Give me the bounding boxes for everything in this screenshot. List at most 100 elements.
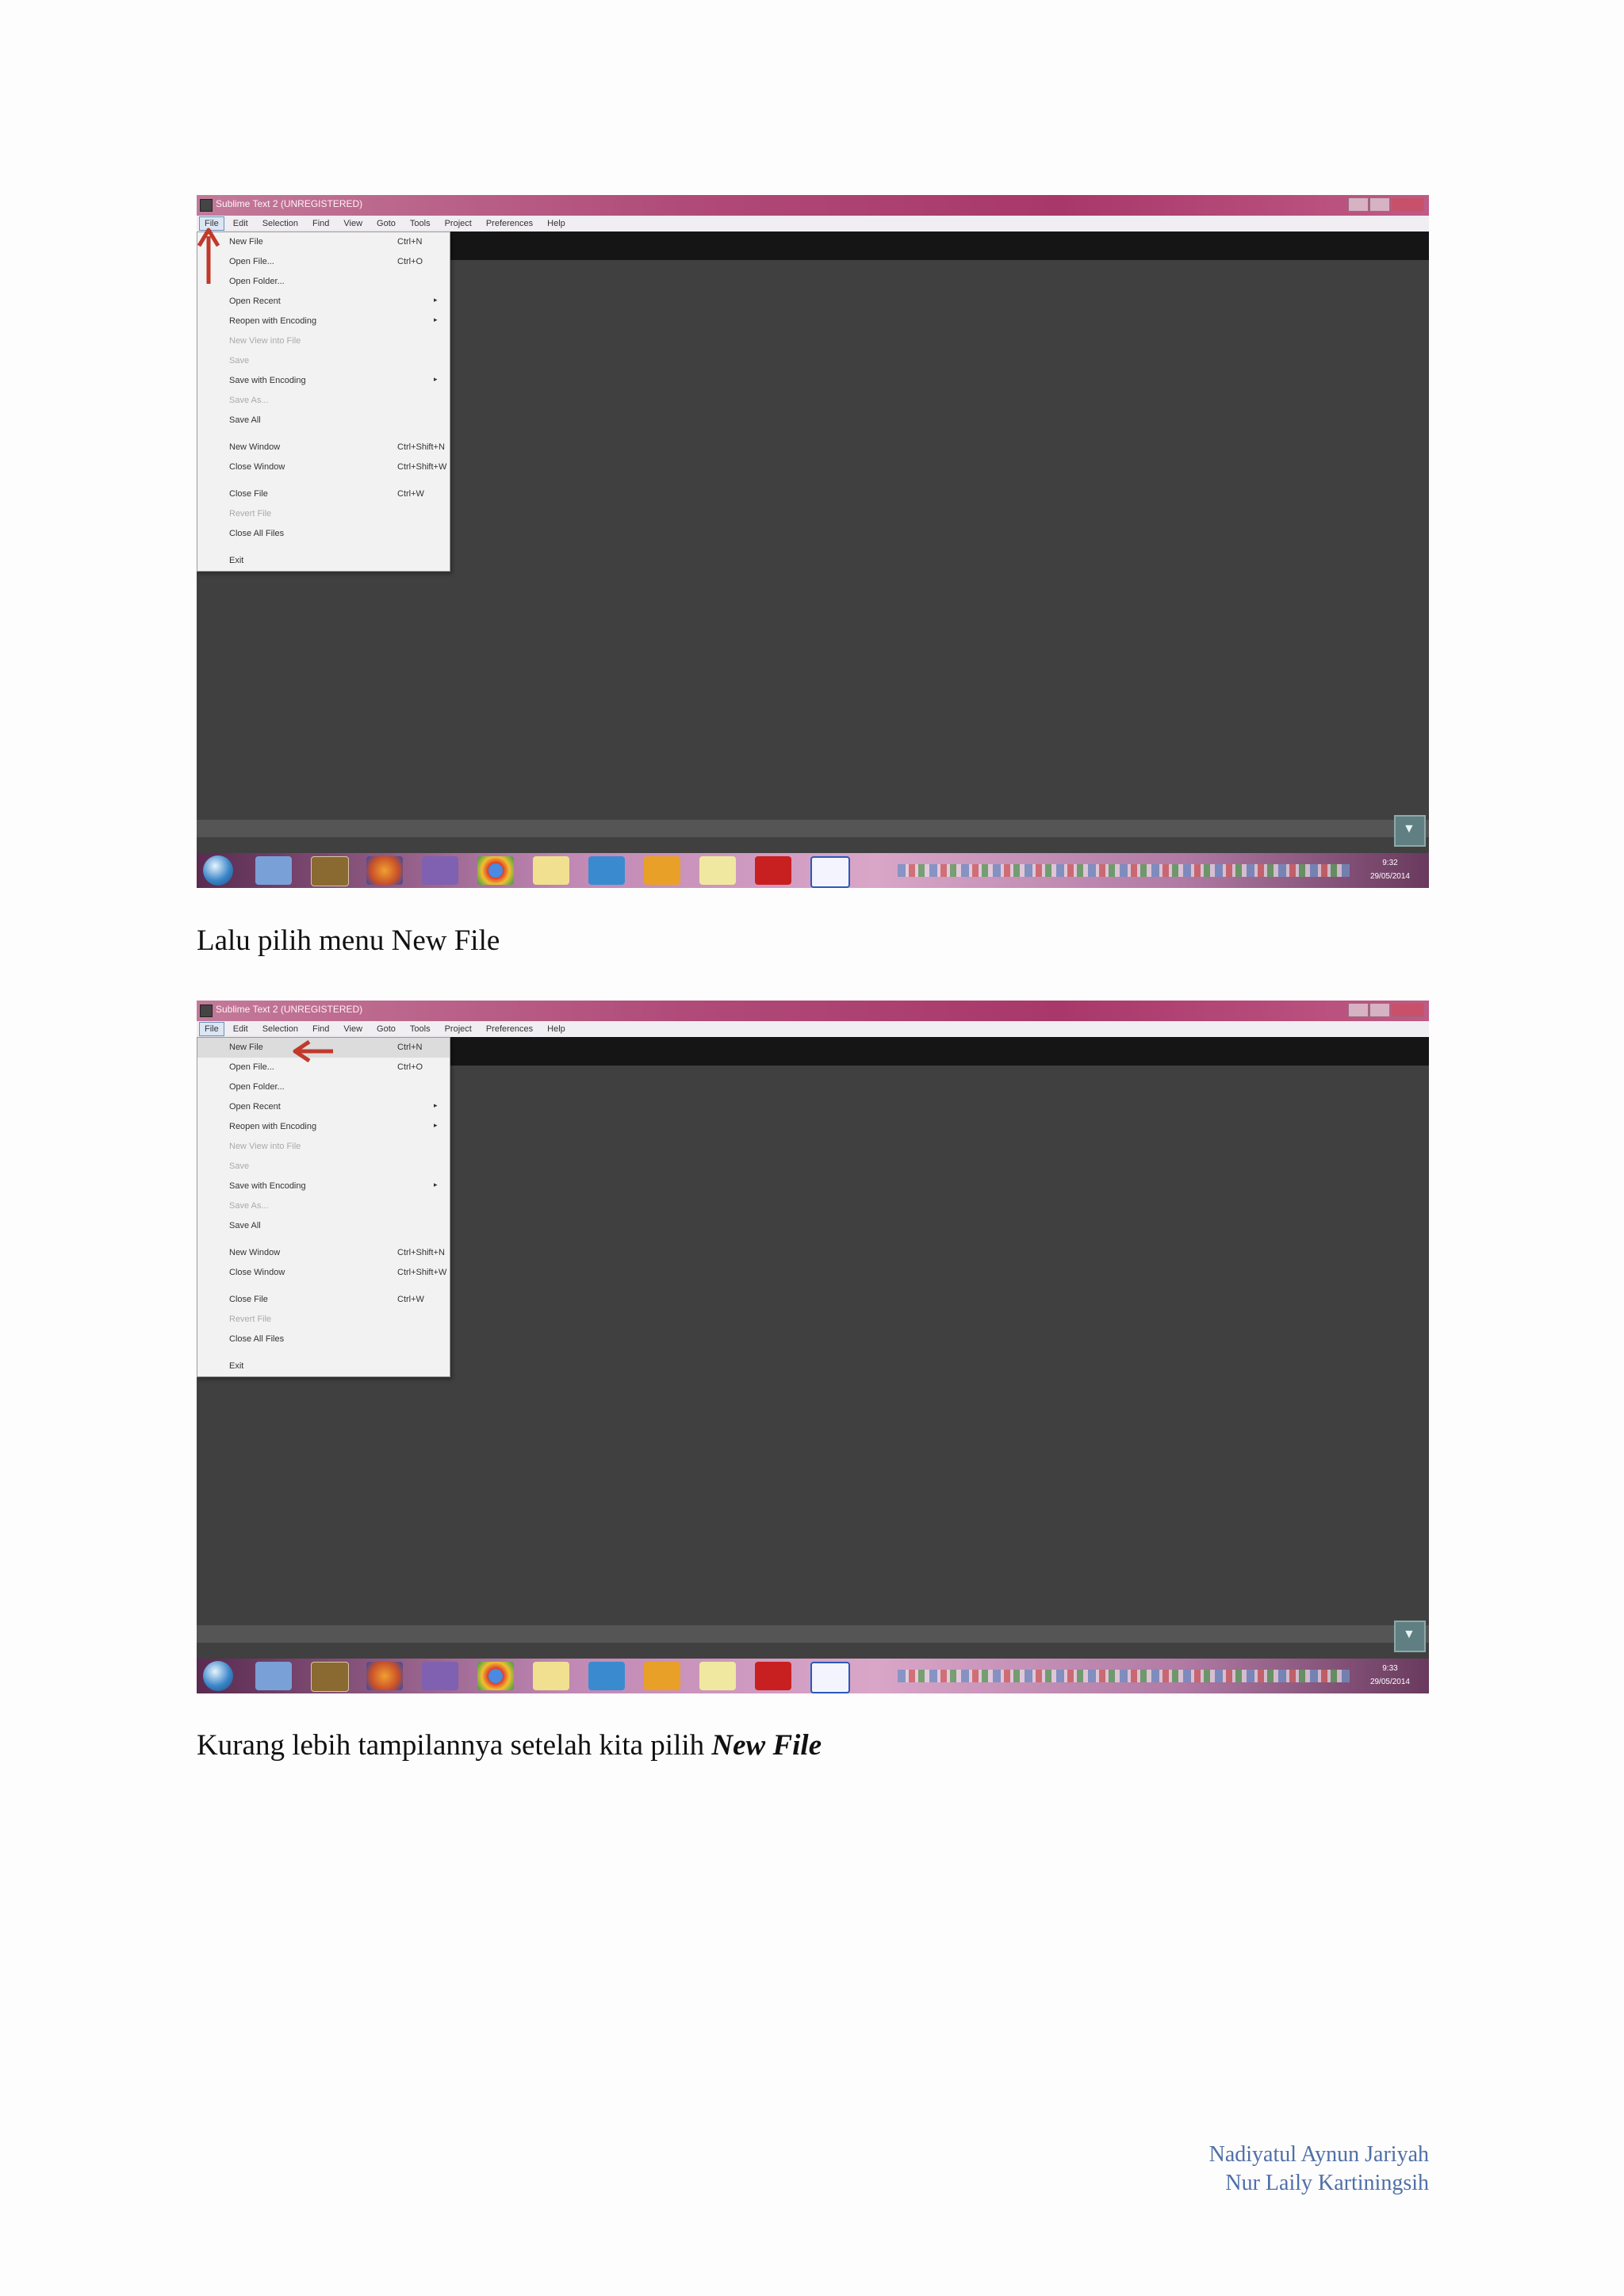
visual-studio-icon[interactable] xyxy=(422,1662,458,1690)
menu-tools[interactable]: Tools xyxy=(404,216,436,231)
media-app-icon[interactable] xyxy=(311,856,349,886)
paint-app-icon[interactable] xyxy=(644,856,680,885)
menu-view[interactable]: View xyxy=(338,216,368,231)
menu-item-close-all-files[interactable]: Close All Files xyxy=(197,524,450,544)
menu-project[interactable]: Project xyxy=(439,216,477,231)
menu-separator xyxy=(197,1283,450,1290)
window-controls xyxy=(1347,197,1424,212)
tab-bar xyxy=(449,232,1429,260)
submenu-arrow-icon: ▸ xyxy=(434,375,438,383)
scroll-down-icon[interactable] xyxy=(1394,1621,1426,1652)
menu-separator xyxy=(197,1236,450,1243)
adobe-reader-icon[interactable] xyxy=(755,1662,791,1690)
menu-item-open-recent[interactable]: Open Recent ▸ xyxy=(197,292,450,312)
minimize-button[interactable] xyxy=(1348,1003,1369,1017)
system-tray-icons[interactable] xyxy=(898,864,1350,877)
window-controls xyxy=(1347,1003,1424,1017)
menu-item-new-view-into-file: New View into File xyxy=(229,1142,301,1151)
submenu-arrow-icon: ▸ xyxy=(434,296,438,304)
menu-item-save-all[interactable]: Save All xyxy=(197,411,450,430)
menu-item-close-file[interactable]: Close File Ctrl+W xyxy=(197,1290,450,1310)
menu-item-exit[interactable]: Exit xyxy=(197,551,450,571)
menu-item-new-view-into-file: New View into File xyxy=(229,336,301,346)
window-titlebar: Sublime Text 2 (UNREGISTERED) xyxy=(197,195,1429,216)
menu-item-revert-file: Revert File xyxy=(229,509,272,519)
menu-item-save: Save xyxy=(229,1161,250,1171)
windows-taskbar: 9:33 29/05/2014 xyxy=(197,1659,1429,1693)
menu-item-open-recent[interactable]: Open Recent ▸ xyxy=(197,1097,450,1117)
menu-separator xyxy=(197,430,450,438)
network-app-icon[interactable] xyxy=(588,856,625,885)
caption-second: Kurang lebih tampilannya setelah kita pi… xyxy=(197,1728,822,1762)
menu-help[interactable]: Help xyxy=(542,216,571,231)
menu-item-save-with-encoding[interactable]: Save with Encoding ▸ xyxy=(197,1177,450,1196)
menu-item-close-window[interactable]: Close Window Ctrl+Shift+W xyxy=(197,457,450,477)
clock-date: 29/05/2014 xyxy=(1369,1678,1410,1686)
menu-item-reopen-with-encoding[interactable]: Reopen with Encoding ▸ xyxy=(197,312,450,331)
status-strip xyxy=(197,1625,1429,1643)
close-window-button[interactable] xyxy=(1391,197,1424,212)
window-titlebar: Sublime Text 2 (UNREGISTERED) xyxy=(197,1001,1429,1021)
menu-project[interactable]: Project xyxy=(439,1022,477,1036)
chrome-icon[interactable] xyxy=(477,856,514,885)
scroll-down-icon[interactable] xyxy=(1394,815,1426,847)
firefox-icon[interactable] xyxy=(366,1662,403,1690)
menu-item-exit[interactable]: Exit xyxy=(197,1357,450,1376)
close-window-button[interactable] xyxy=(1391,1003,1424,1017)
windows-start-icon[interactable] xyxy=(203,1661,233,1691)
submenu-arrow-icon: ▸ xyxy=(434,1181,438,1188)
sticky-notes-icon[interactable] xyxy=(699,856,736,885)
menu-item-close-file[interactable]: Close File Ctrl+W xyxy=(197,484,450,504)
menu-item-save-all[interactable]: Save All xyxy=(197,1216,450,1236)
visual-studio-icon[interactable] xyxy=(422,856,458,885)
menu-item-reopen-with-encoding[interactable]: Reopen with Encoding ▸ xyxy=(197,1117,450,1137)
windows-taskbar: 9:32 29/05/2014 xyxy=(197,853,1429,888)
adobe-reader-icon[interactable] xyxy=(755,856,791,885)
maximize-button[interactable] xyxy=(1369,1003,1390,1017)
clock-time: 9:33 xyxy=(1382,1664,1398,1673)
menu-help[interactable]: Help xyxy=(542,1022,571,1036)
clock-date: 29/05/2014 xyxy=(1369,872,1410,881)
menu-item-close-window[interactable]: Close Window Ctrl+Shift+W xyxy=(197,1263,450,1283)
media-app-icon[interactable] xyxy=(311,1662,349,1692)
menu-item-new-window[interactable]: New Window Ctrl+Shift+N xyxy=(197,438,450,457)
paint-app-icon[interactable] xyxy=(644,1662,680,1690)
virtualbox-icon[interactable] xyxy=(255,1662,292,1690)
word-icon[interactable] xyxy=(810,856,850,888)
menu-preferences[interactable]: Preferences xyxy=(481,216,538,231)
windows-start-icon[interactable] xyxy=(203,855,233,886)
file-menu-dropdown: New File Ctrl+N Open File... Ctrl+O Open F… xyxy=(197,1037,450,1377)
taskbar-clock[interactable]: 9:32 29/05/2014 xyxy=(1370,856,1410,883)
menu-tools[interactable]: Tools xyxy=(404,1022,436,1036)
minimize-button[interactable] xyxy=(1348,197,1369,212)
folder-icon[interactable] xyxy=(533,856,569,885)
menu-goto[interactable]: Goto xyxy=(371,1022,401,1036)
folder-icon[interactable] xyxy=(533,1662,569,1690)
maximize-button[interactable] xyxy=(1369,197,1390,212)
menu-separator xyxy=(197,544,450,551)
menu-item-close-all-files[interactable]: Close All Files xyxy=(197,1330,450,1349)
menu-goto[interactable]: Goto xyxy=(371,216,401,231)
menu-preferences[interactable]: Preferences xyxy=(481,1022,538,1036)
menu-find[interactable]: Find xyxy=(307,216,335,231)
chrome-icon[interactable] xyxy=(477,1662,514,1690)
author-name: Nur Laily Kartiningsih xyxy=(1225,2171,1429,2195)
menu-separator xyxy=(197,1349,450,1357)
word-icon[interactable] xyxy=(810,1662,850,1693)
submenu-arrow-icon: ▸ xyxy=(434,1101,438,1109)
menu-item-save-with-encoding[interactable]: Save with Encoding ▸ xyxy=(197,371,450,391)
menu-item-open-folder[interactable]: Open Folder... xyxy=(197,1077,450,1097)
screenshot-sublime-new-file: Sublime Text 2 (UNREGISTERED) File Edit … xyxy=(197,1001,1429,1693)
caption-second-emphasis: New File xyxy=(711,1729,822,1762)
menu-item-new-window[interactable]: New Window Ctrl+Shift+N xyxy=(197,1243,450,1263)
taskbar-clock[interactable]: 9:33 29/05/2014 xyxy=(1370,1662,1410,1689)
system-tray-icons[interactable] xyxy=(898,1670,1350,1682)
firefox-icon[interactable] xyxy=(366,856,403,885)
sticky-notes-icon[interactable] xyxy=(699,1662,736,1690)
virtualbox-icon[interactable] xyxy=(255,856,292,885)
menubar: File Edit Selection Find View Goto Tools… xyxy=(197,216,1429,232)
left-arrow-annotation-icon xyxy=(293,1039,333,1063)
network-app-icon[interactable] xyxy=(588,1662,625,1690)
submenu-arrow-icon: ▸ xyxy=(434,316,438,323)
menu-item-save-as: Save As... xyxy=(229,1201,269,1211)
